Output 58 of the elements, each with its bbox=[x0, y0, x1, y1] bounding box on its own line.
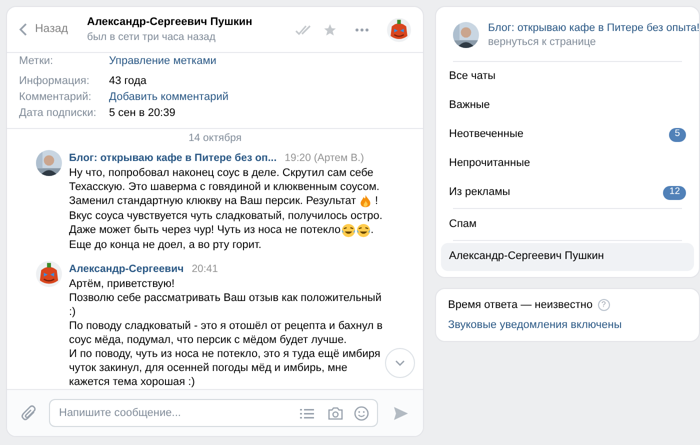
count-badge: 5 bbox=[668, 128, 686, 142]
count-badge: 12 bbox=[663, 186, 686, 200]
more-icon[interactable] bbox=[355, 28, 369, 32]
crying-laughing-emoji-icon bbox=[356, 222, 371, 238]
message-text: Позволю себе рассматривать Ваш отзыв как положительный bbox=[69, 290, 382, 305]
folder-item[interactable]: Неотвеченные 5 bbox=[441, 120, 694, 148]
send-icon[interactable] bbox=[393, 406, 409, 420]
folder-item[interactable]: Из рекламы 12 bbox=[441, 178, 694, 206]
info-label: Информация: bbox=[19, 74, 90, 89]
community-title-link[interactable]: Блог: открываю кафе в Питере без опыта! bbox=[488, 21, 700, 35]
info-label: Комментарий: bbox=[19, 90, 92, 105]
message-author[interactable]: Александр-Сергеевич bbox=[69, 260, 184, 277]
message-text: Даже может быть через чур! Чуть из носа не потекло bbox=[69, 223, 341, 238]
back-button[interactable]: Назад bbox=[19, 20, 77, 38]
message-time: 20:41 bbox=[192, 262, 218, 277]
info-link[interactable]: Добавить комментарий bbox=[109, 89, 228, 105]
crying-laughing-emoji-icon bbox=[340, 222, 356, 238]
info-value: 5 сен в 20:39 bbox=[109, 106, 176, 121]
folder-item[interactable]: Важные bbox=[441, 92, 694, 120]
message-text: По поводу сладковатый - это я отошёл от рецепта и бахнул в bbox=[69, 318, 383, 333]
paperclip-icon[interactable] bbox=[21, 404, 37, 422]
response-time-text: Время ответа — неизвестно bbox=[448, 298, 593, 313]
message-text: И по поводу, чуть из носа не потекло, это я туда ещё имбиря bbox=[69, 346, 380, 361]
message-text: . bbox=[370, 223, 374, 238]
date-separator: 14 октября bbox=[188, 131, 242, 146]
message-input-field[interactable]: Напишите сообщение... bbox=[49, 399, 378, 427]
scroll-down-button[interactable] bbox=[385, 348, 415, 378]
message-text: Заменил стандартную клюкву на Ваш персик. Результат bbox=[69, 194, 356, 208]
folder-item[interactable]: Спам bbox=[441, 210, 694, 238]
message-text: чуток закинул, для осенней погоды мёд и имбирь, мне bbox=[69, 360, 348, 375]
message-time: 19:20 (Артем В.) bbox=[284, 150, 364, 166]
list-icon[interactable] bbox=[300, 408, 314, 420]
double-check-icon[interactable] bbox=[295, 24, 313, 36]
message-text: кажется тема хорошая :) bbox=[69, 374, 195, 389]
message-text: Артём, приветствую! bbox=[69, 276, 175, 291]
folder-item[interactable]: Все чаты bbox=[441, 62, 694, 90]
info-link[interactable]: Управление метками bbox=[109, 53, 216, 69]
chevron-down-icon bbox=[395, 360, 405, 366]
message-author[interactable]: Блог: открываю кафе в Питере без оп... bbox=[69, 150, 277, 166]
contact-name: Александр-Сергеевич Пушкин bbox=[87, 15, 254, 30]
message-text: :) bbox=[69, 304, 76, 319]
message-text: Ну что, попробовал наконец соус в деле. Скрутил сам себе bbox=[69, 166, 374, 180]
star-icon[interactable] bbox=[323, 22, 337, 36]
message-text: Техасскую. Это шаверма с говядиной и клюквенным соусом. bbox=[69, 180, 380, 194]
chevron-left-icon bbox=[19, 23, 27, 36]
smile-icon[interactable] bbox=[354, 406, 369, 421]
message-text: Еще до конца не доел, а во рту горит. bbox=[69, 238, 262, 252]
message-text: соус мёда, подумал, что персик с мёдом будет лучше. bbox=[69, 332, 347, 347]
folder-item[interactable]: Александр-Сергеевич Пушкин bbox=[441, 242, 694, 270]
message-text: Вкус соуса чувствуется чуть сладковатый, получилось остро. bbox=[69, 208, 382, 223]
folder-item[interactable]: Непрочитанные bbox=[441, 150, 694, 178]
camera-icon[interactable] bbox=[328, 407, 343, 420]
last-seen-status: был в сети три часа назад bbox=[87, 30, 216, 44]
info-label: Дата подписки: bbox=[19, 106, 98, 121]
sound-notifications-link[interactable]: Звуковые уведомления включены bbox=[448, 316, 687, 333]
info-value: 43 года bbox=[109, 74, 146, 89]
info-label: Метки: bbox=[19, 54, 54, 69]
message-text: ! bbox=[375, 194, 378, 208]
